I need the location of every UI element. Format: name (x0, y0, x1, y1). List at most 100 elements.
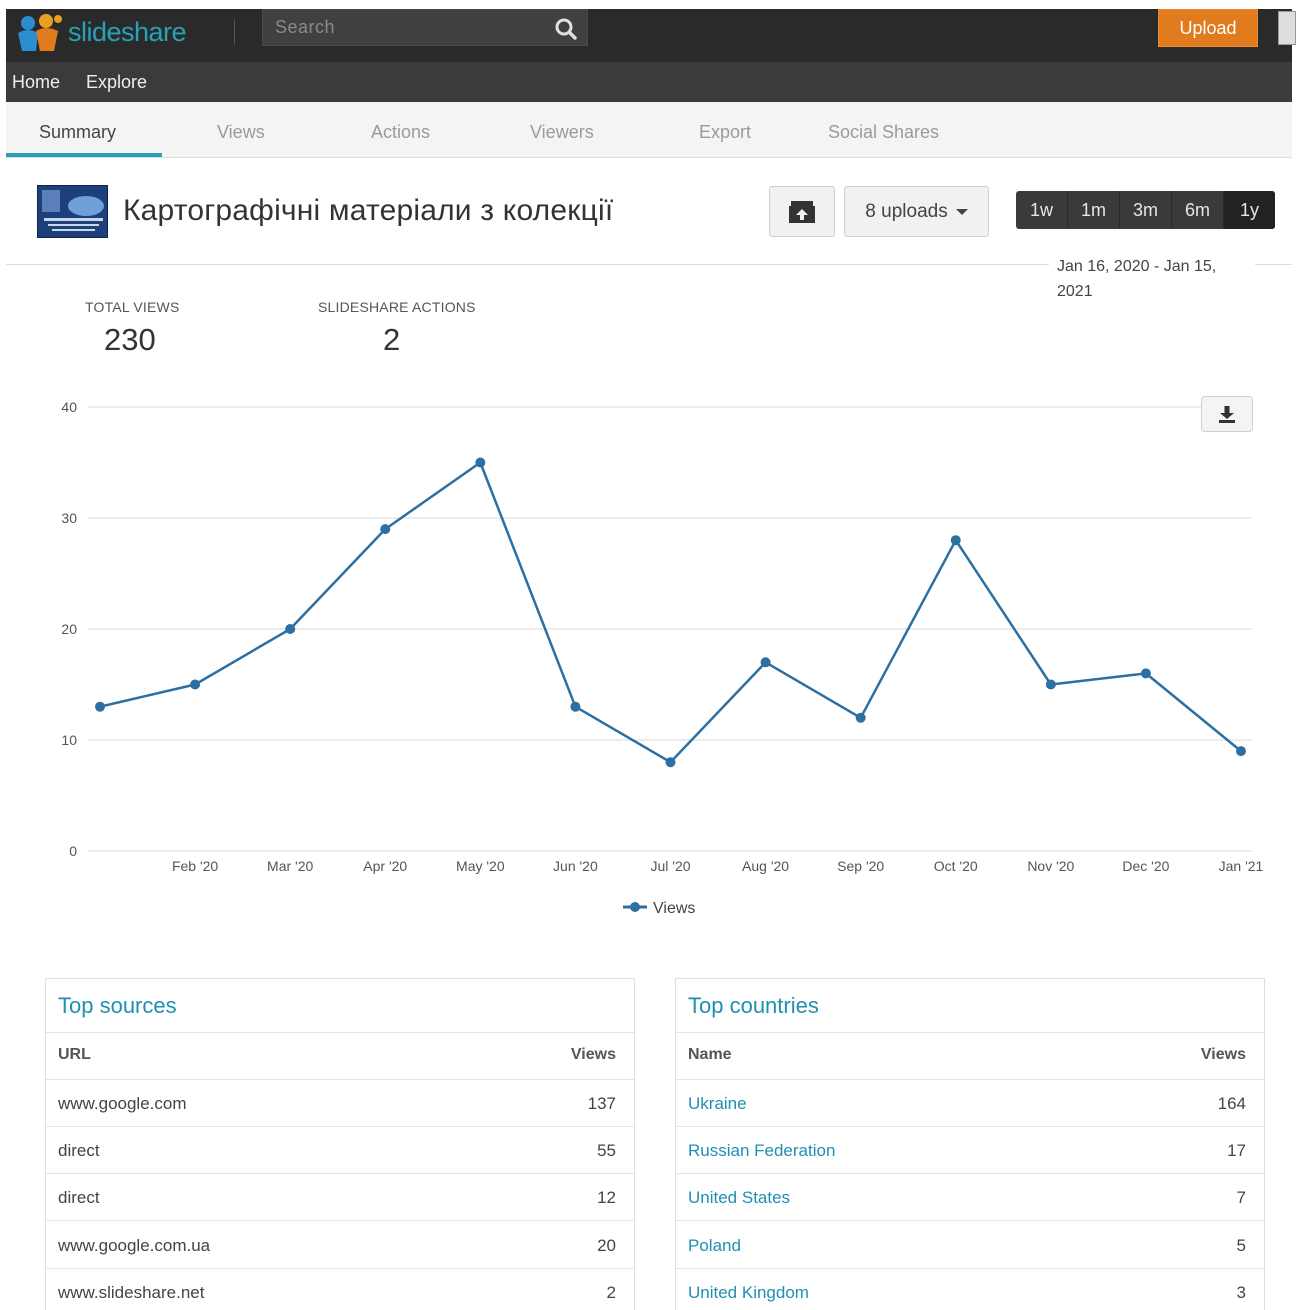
time-range-selector: 1w 1m 3m 6m 1y (1016, 191, 1275, 229)
logo-text: slideshare (68, 16, 187, 47)
nav-explore[interactable]: Explore (86, 72, 147, 93)
tab-views[interactable]: Views (217, 122, 265, 143)
country-link[interactable]: United Kingdom (688, 1283, 809, 1303)
x-tick-label: Dec '20 (1122, 858, 1169, 874)
y-tick-label: 20 (61, 621, 77, 637)
data-point (380, 524, 391, 535)
logo-people-icon (14, 11, 66, 53)
data-point (1045, 679, 1056, 690)
range-1y[interactable]: 1y (1224, 191, 1275, 229)
country-link[interactable]: Russian Federation (688, 1141, 835, 1161)
table-row: Russian Federation 17 (676, 1127, 1264, 1174)
source-views: 12 (597, 1188, 616, 1207)
source-views: 55 (597, 1141, 616, 1160)
range-3m[interactable]: 3m (1120, 191, 1172, 229)
top-sources-panel: Top sources URL Views www.google.com 137… (45, 978, 635, 1310)
data-point (570, 701, 581, 712)
data-point (475, 457, 486, 468)
table-row: Poland 5 (676, 1222, 1264, 1269)
y-tick-label: 10 (61, 732, 77, 748)
top-countries-panel: Top countries Name Views Ukraine 164 Rus… (675, 978, 1265, 1310)
upload-button[interactable]: Upload (1158, 9, 1258, 47)
data-point (1236, 746, 1246, 757)
total-views-value: 230 (104, 322, 156, 357)
search-box (262, 9, 588, 46)
archive-icon (789, 200, 815, 223)
analytics-tabs: Summary Views Actions Viewers Export Soc… (6, 102, 1292, 158)
tab-social-shares[interactable]: Social Shares (828, 122, 939, 143)
tab-actions[interactable]: Actions (371, 122, 430, 143)
top-sources-header: URL Views (46, 1032, 634, 1080)
table-row: direct 55 (46, 1127, 634, 1174)
tab-viewers[interactable]: Viewers (530, 122, 594, 143)
x-tick-label: Feb '20 (172, 858, 218, 874)
y-tick-label: 30 (61, 510, 77, 526)
country-link[interactable]: United States (688, 1188, 790, 1208)
country-views: 164 (1217, 1094, 1246, 1113)
range-1w[interactable]: 1w (1016, 191, 1068, 229)
country-link[interactable]: Ukraine (688, 1094, 747, 1114)
active-tab-indicator (6, 153, 162, 157)
data-point (855, 712, 866, 723)
x-tick-label: Nov '20 (1027, 858, 1074, 874)
nav-home[interactable]: Home (12, 72, 60, 93)
col-url[interactable]: URL (58, 1046, 91, 1064)
col-views[interactable]: Views (1201, 1046, 1246, 1064)
country-views: 3 (1236, 1283, 1246, 1302)
analytics-page: slideshare Upload Home Explore Summary V… (0, 0, 1297, 1310)
source-url: www.google.com (58, 1094, 187, 1113)
caret-down-icon (955, 208, 968, 215)
x-tick-label: Jan '21 (1219, 858, 1264, 874)
x-tick-label: Jul '20 (650, 858, 690, 874)
top-header: slideshare Upload (6, 9, 1296, 62)
uploads-dropdown[interactable]: 8 uploads (844, 186, 989, 237)
series-line-views (99, 461, 1242, 764)
avatar[interactable] (1278, 11, 1296, 45)
source-views: 2 (606, 1283, 616, 1302)
x-tick-label: Aug '20 (742, 858, 789, 874)
range-6m[interactable]: 6m (1172, 191, 1224, 229)
table-row: Ukraine 164 (676, 1080, 1264, 1127)
table-row: United States 7 (676, 1174, 1264, 1221)
top-sources-title: Top sources (58, 993, 177, 1018)
col-name[interactable]: Name (688, 1046, 732, 1064)
source-url: www.google.com.ua (58, 1236, 211, 1255)
table-row: www.google.com 137 (46, 1080, 634, 1127)
source-url: www.slideshare.net (58, 1283, 205, 1302)
data-point (950, 535, 961, 546)
source-views: 137 (587, 1094, 616, 1113)
country-link[interactable]: Poland (688, 1236, 741, 1256)
document-title: Картографічні матеріали з колекції (123, 194, 614, 227)
data-point (190, 679, 201, 690)
actions-value: 2 (383, 322, 401, 357)
date-range-text: Jan 16, 2020 - Jan 15, 2021 (1049, 254, 1255, 304)
tab-export[interactable]: Export (699, 122, 751, 143)
download-chart-button[interactable] (1201, 396, 1253, 432)
search-input[interactable] (263, 10, 543, 45)
data-point (1140, 668, 1151, 679)
archive-button[interactable] (769, 186, 835, 237)
col-views[interactable]: Views (571, 1046, 616, 1064)
uploads-label: 8 uploads (865, 200, 948, 222)
slideshare-logo[interactable]: slideshare (14, 11, 214, 53)
data-point (95, 701, 105, 712)
source-url: direct (58, 1188, 100, 1207)
x-tick-label: Mar '20 (267, 858, 313, 874)
top-countries-header: Name Views (676, 1032, 1264, 1080)
table-row: direct 12 (46, 1174, 634, 1221)
legend-marker (630, 902, 640, 912)
range-1m[interactable]: 1m (1068, 191, 1120, 229)
country-views: 7 (1236, 1188, 1246, 1207)
data-point (285, 624, 296, 634)
table-row: www.google.com.ua 20 (46, 1222, 634, 1269)
document-thumbnail[interactable] (37, 185, 108, 238)
x-tick-label: Sep '20 (837, 858, 884, 874)
total-views-label: TOTAL VIEWS (85, 299, 180, 315)
tab-summary[interactable]: Summary (39, 122, 116, 143)
country-views: 17 (1227, 1141, 1246, 1160)
header-divider (234, 19, 235, 45)
data-point (665, 757, 676, 768)
search-icon[interactable] (553, 16, 579, 42)
legend-label: Views (653, 900, 695, 917)
main-nav: Home Explore (6, 62, 1292, 102)
